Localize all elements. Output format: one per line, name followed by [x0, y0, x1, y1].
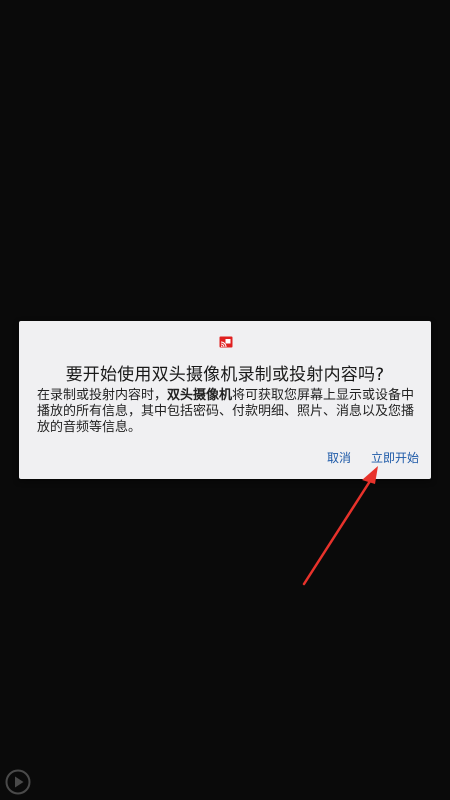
dialog-message-prefix: 在录制或投射内容时，: [37, 388, 168, 403]
start-now-button[interactable]: 立即开始: [371, 449, 419, 466]
screen: 要开始使用双头摄像机录制或投射内容吗? 在录制或投射内容时，双头摄像机将可获取您…: [0, 0, 450, 800]
cast-icon: [219, 336, 233, 348]
cancel-button[interactable]: 取消: [327, 449, 351, 466]
play-circle-icon[interactable]: [5, 769, 31, 795]
dialog-message: 在录制或投射内容时，双头摄像机将可获取您屏幕上显示或设备中播放的所有信息，其中包…: [37, 388, 415, 436]
dialog-title: 要开始使用双头摄像机录制或投射内容吗?: [65, 365, 385, 385]
dialog-app-name: 双头摄像机: [167, 388, 233, 403]
